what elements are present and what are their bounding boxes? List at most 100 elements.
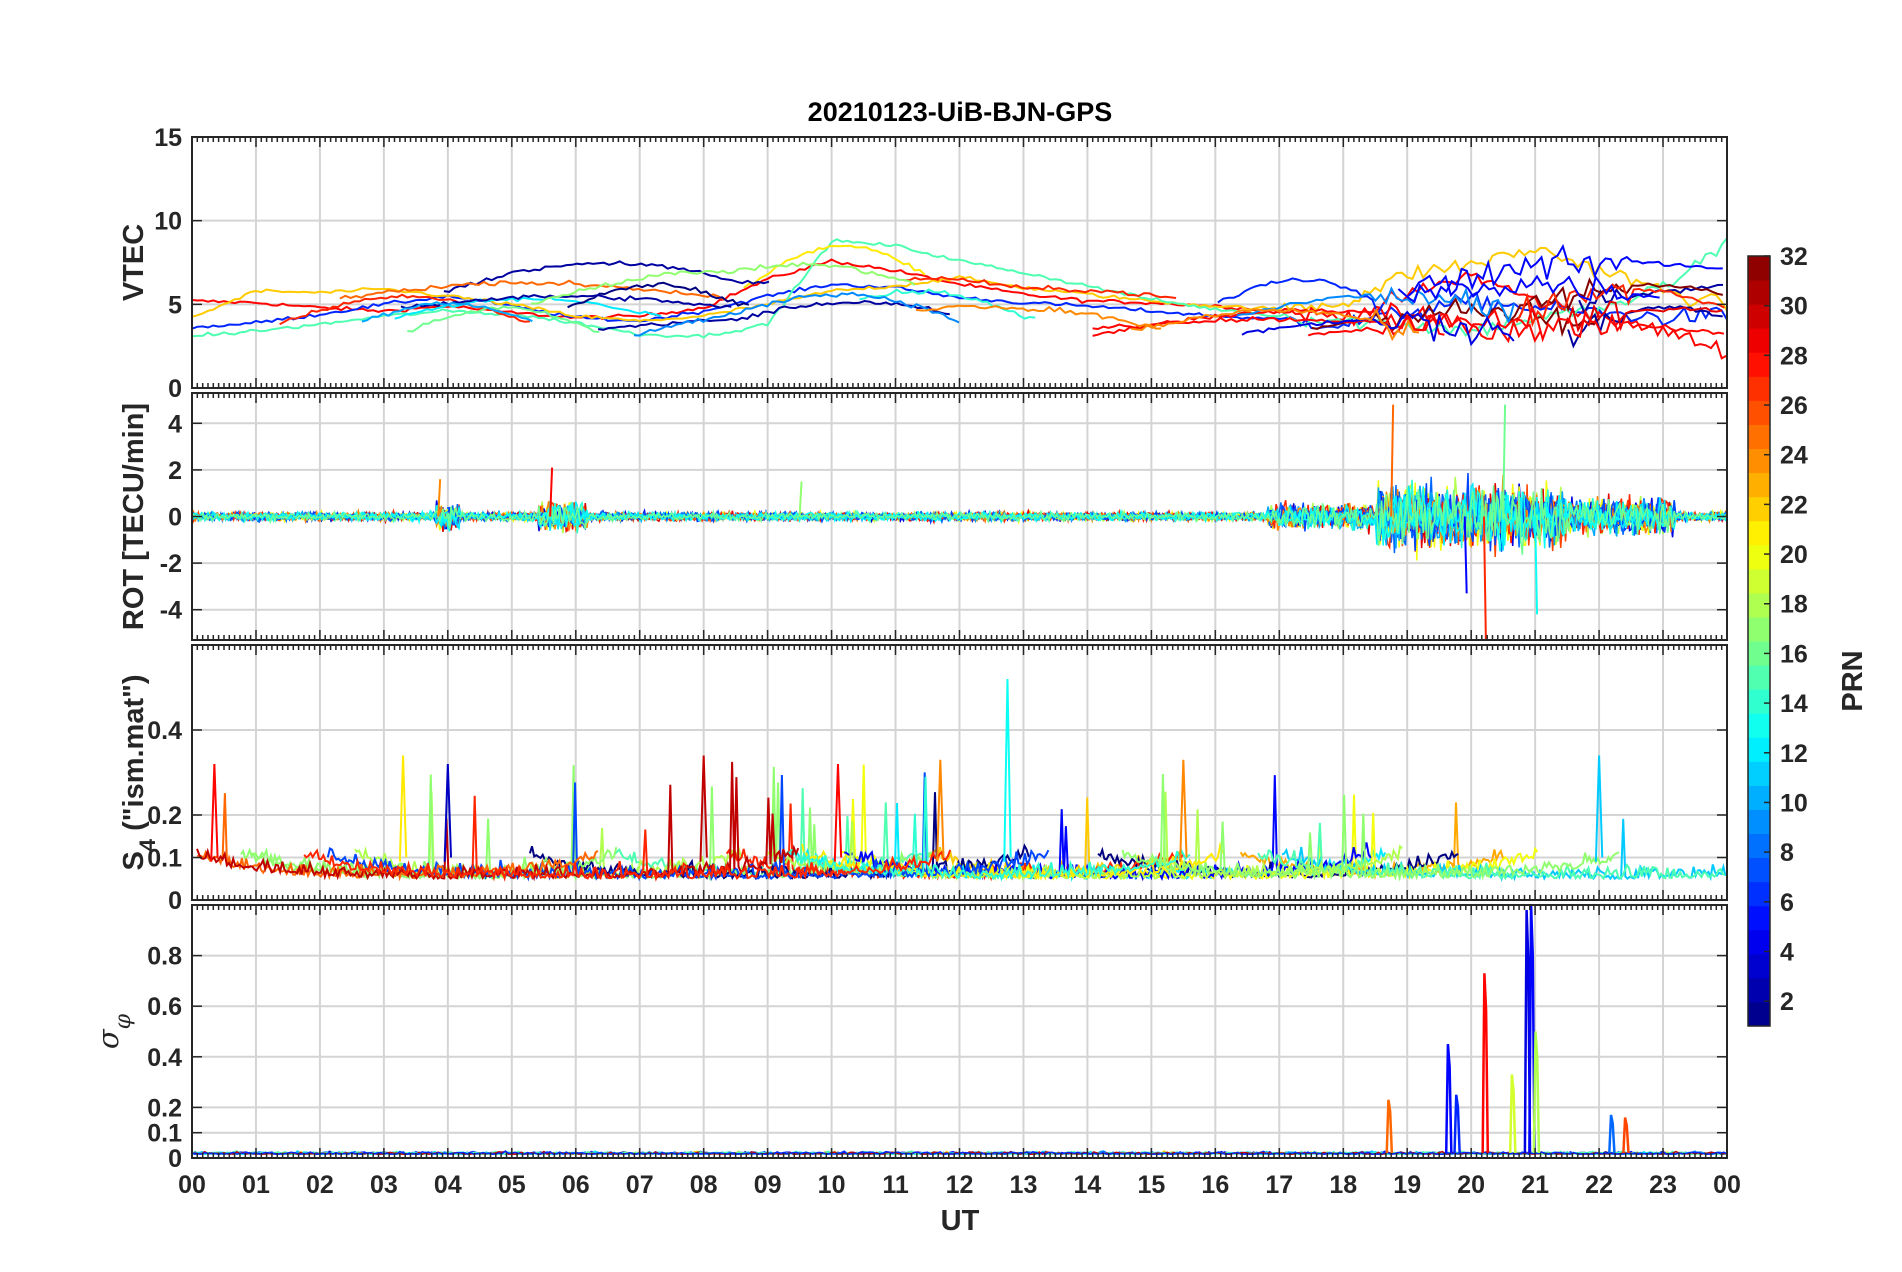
x-tick-label: 17 — [1265, 1171, 1293, 1199]
x-tick-label: 22 — [1585, 1171, 1613, 1199]
figure-title: 20210123-UiB-BJN-GPS — [808, 97, 1113, 127]
x-tick-label: 02 — [306, 1171, 334, 1199]
colorbar-segment — [1748, 833, 1770, 859]
y-tick-label: 0 — [168, 504, 182, 532]
colorbar-segment — [1748, 568, 1770, 594]
y-tick-label: 0.4 — [147, 717, 182, 745]
x-tick-label: 11 — [882, 1171, 909, 1199]
colorbar-segment — [1748, 496, 1770, 522]
colorbar-tick-label: 22 — [1780, 491, 1808, 519]
colorbar-tick-label: 26 — [1780, 392, 1808, 420]
y-tick-label: 0.4 — [147, 1044, 182, 1072]
colorbar-tick-label: 32 — [1780, 243, 1808, 271]
y-axis-label-rest: ("ism.mat") — [118, 674, 150, 838]
x-tick-label: 08 — [690, 1171, 718, 1199]
x-tick-label: 03 — [370, 1171, 398, 1199]
x-tick-label: 00 — [1713, 1171, 1741, 1199]
y-tick-label: 0 — [168, 1145, 182, 1173]
colorbar-tick-label: 12 — [1780, 740, 1808, 768]
colorbar-segment — [1748, 785, 1770, 810]
colorbar-segment — [1748, 544, 1770, 570]
colorbar-segment — [1748, 857, 1770, 883]
x-axis-label: UT — [941, 1205, 980, 1237]
x-tick-label: 14 — [1074, 1171, 1102, 1199]
colorbar-segment — [1748, 809, 1770, 834]
colorbar-tick-label: 20 — [1780, 541, 1808, 569]
y-tick-label: 2 — [168, 457, 182, 485]
figure-background — [0, 0, 1902, 1272]
x-tick-label: 06 — [562, 1171, 590, 1199]
x-tick-label: 23 — [1649, 1171, 1677, 1199]
colorbar-segment — [1748, 1001, 1770, 1027]
colorbar-segment — [1748, 520, 1770, 546]
x-tick-label: 05 — [498, 1171, 526, 1199]
colorbar-segment — [1748, 665, 1770, 690]
colorbar-label: PRN — [1837, 650, 1869, 711]
x-tick-label: 09 — [754, 1171, 782, 1199]
colorbar-segment — [1748, 929, 1770, 955]
colorbar-tick-label: 18 — [1780, 591, 1808, 619]
x-tick-label: 00 — [178, 1171, 206, 1199]
colorbar-tick-label: 28 — [1780, 342, 1808, 370]
y-tick-label: 0.6 — [147, 993, 182, 1021]
y-axis-label-main: S — [118, 851, 150, 870]
colorbar-segment — [1748, 905, 1770, 931]
x-tick-label: 01 — [242, 1171, 270, 1199]
colorbar-segment — [1748, 737, 1770, 762]
y-axis-label-sub: 4 — [135, 838, 160, 851]
colorbar-segment — [1748, 977, 1770, 1003]
y-tick-label: -2 — [160, 550, 182, 578]
colorbar-segment — [1748, 689, 1770, 714]
colorbar-tick-label: 24 — [1780, 442, 1808, 470]
y-axis-label-sub: φ — [111, 1013, 136, 1029]
y-tick-label: -4 — [160, 597, 182, 625]
colorbar-segment — [1748, 304, 1770, 329]
colorbar-segment — [1748, 328, 1770, 353]
colorbar-tick-label: 8 — [1780, 839, 1794, 867]
y-tick-label: 0 — [168, 375, 182, 403]
x-tick-label: 15 — [1137, 1171, 1165, 1199]
x-tick-label: 20 — [1457, 1171, 1485, 1199]
colorbar-segment — [1748, 616, 1770, 642]
y-tick-label: 0 — [168, 887, 182, 915]
x-tick-label: 13 — [1010, 1171, 1038, 1199]
colorbar-segment — [1748, 376, 1770, 401]
figure: 20210123-UiB-BJN-GPS 051015VTEC-4-2024RO… — [0, 0, 1902, 1272]
y-tick-label: 5 — [168, 291, 182, 319]
y-tick-label: 10 — [154, 208, 182, 236]
colorbar-segment — [1748, 472, 1770, 498]
y-tick-label: 0.2 — [147, 1094, 182, 1122]
x-tick-label: 19 — [1393, 1171, 1421, 1199]
colorbar-tick-label: 10 — [1780, 789, 1808, 817]
colorbar-segment — [1748, 256, 1770, 281]
x-tick-label: 10 — [818, 1171, 846, 1199]
colorbar-segment — [1748, 761, 1770, 786]
colorbar-segment — [1748, 592, 1770, 618]
y-axis-label: ROT [TECU/min] — [118, 403, 150, 630]
colorbar-tick-label: 14 — [1780, 690, 1808, 718]
x-tick-label: 12 — [946, 1171, 974, 1199]
colorbar-tick-label: 30 — [1780, 293, 1808, 321]
x-tick-label: 21 — [1521, 1171, 1549, 1199]
y-axis-label: VTEC — [118, 224, 150, 301]
colorbar-segment — [1748, 713, 1770, 738]
colorbar-segment — [1748, 424, 1770, 449]
x-tick-label: 04 — [434, 1171, 462, 1199]
x-tick-label: 18 — [1329, 1171, 1357, 1199]
y-tick-label: 0.8 — [147, 943, 182, 971]
colorbar-tick-label: 6 — [1780, 889, 1794, 917]
x-tick-label: 16 — [1201, 1171, 1229, 1199]
y-tick-label: 0.1 — [147, 1120, 182, 1148]
colorbar-segment — [1748, 400, 1770, 425]
y-tick-label: 4 — [168, 410, 182, 438]
y-axis-label-main: σ — [91, 1028, 125, 1049]
colorbar-segment — [1748, 953, 1770, 979]
colorbar-tick-label: 16 — [1780, 640, 1808, 668]
colorbar-tick-label: 4 — [1780, 938, 1794, 966]
colorbar-tick-label: 2 — [1780, 988, 1794, 1016]
colorbar-segment — [1748, 280, 1770, 305]
x-tick-label: 07 — [626, 1171, 654, 1199]
y-tick-label: 15 — [154, 124, 182, 152]
y-tick-label: 0.2 — [147, 802, 182, 830]
colorbar-segment — [1748, 448, 1770, 474]
